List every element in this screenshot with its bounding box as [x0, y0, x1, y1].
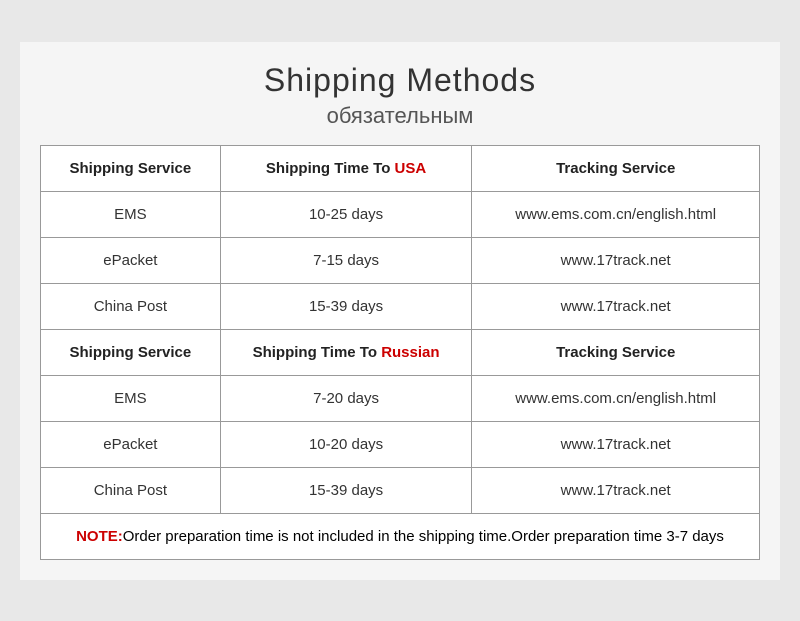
usa-header-time: Shipping Time To USA — [220, 145, 472, 191]
russian-r3-time: 15-39 days — [220, 467, 472, 513]
main-container: Shipping Methods обязательным Shipping S… — [20, 42, 780, 580]
note-row: NOTE:Order preparation time is not inclu… — [41, 513, 760, 559]
russian-r3-tracking: www.17track.net — [472, 467, 760, 513]
russian-r1-tracking: www.ems.com.cn/english.html — [472, 375, 760, 421]
russian-accent: Russian — [381, 344, 439, 361]
usa-r1-service: EMS — [41, 191, 221, 237]
usa-row-3: China Post 15-39 days www.17track.net — [41, 283, 760, 329]
note-label: NOTE: — [76, 528, 123, 545]
russian-header-time: Shipping Time To Russian — [220, 329, 472, 375]
note-text: Order preparation time is not included i… — [123, 528, 724, 545]
russian-r1-time: 7-20 days — [220, 375, 472, 421]
usa-row-1: EMS 10-25 days www.ems.com.cn/english.ht… — [41, 191, 760, 237]
russian-r3-service: China Post — [41, 467, 221, 513]
usa-r3-service: China Post — [41, 283, 221, 329]
russian-row-3: China Post 15-39 days www.17track.net — [41, 467, 760, 513]
usa-time-label: Shipping Time To — [266, 160, 395, 177]
shipping-table: Shipping Service Shipping Time To USA Tr… — [40, 145, 760, 560]
usa-row-2: ePacket 7-15 days www.17track.net — [41, 237, 760, 283]
title-section: Shipping Methods обязательным — [40, 62, 760, 129]
usa-r3-tracking: www.17track.net — [472, 283, 760, 329]
russian-header-tracking: Tracking Service — [472, 329, 760, 375]
usa-header-row: Shipping Service Shipping Time To USA Tr… — [41, 145, 760, 191]
note-cell: NOTE:Order preparation time is not inclu… — [41, 513, 760, 559]
russian-row-1: EMS 7-20 days www.ems.com.cn/english.htm… — [41, 375, 760, 421]
russian-r2-service: ePacket — [41, 421, 221, 467]
russian-r2-tracking: www.17track.net — [472, 421, 760, 467]
usa-r3-time: 15-39 days — [220, 283, 472, 329]
russian-row-2: ePacket 10-20 days www.17track.net — [41, 421, 760, 467]
russian-header-service: Shipping Service — [41, 329, 221, 375]
page-subtitle: обязательным — [40, 103, 760, 129]
usa-r2-service: ePacket — [41, 237, 221, 283]
usa-r2-time: 7-15 days — [220, 237, 472, 283]
russian-time-label: Shipping Time To — [253, 344, 382, 361]
russian-header-row: Shipping Service Shipping Time To Russia… — [41, 329, 760, 375]
russian-r1-service: EMS — [41, 375, 221, 421]
usa-header-tracking: Tracking Service — [472, 145, 760, 191]
usa-header-service: Shipping Service — [41, 145, 221, 191]
usa-r1-time: 10-25 days — [220, 191, 472, 237]
usa-r1-tracking: www.ems.com.cn/english.html — [472, 191, 760, 237]
page-title: Shipping Methods — [40, 62, 760, 99]
usa-accent: USA — [395, 160, 427, 177]
russian-r2-time: 10-20 days — [220, 421, 472, 467]
usa-r2-tracking: www.17track.net — [472, 237, 760, 283]
